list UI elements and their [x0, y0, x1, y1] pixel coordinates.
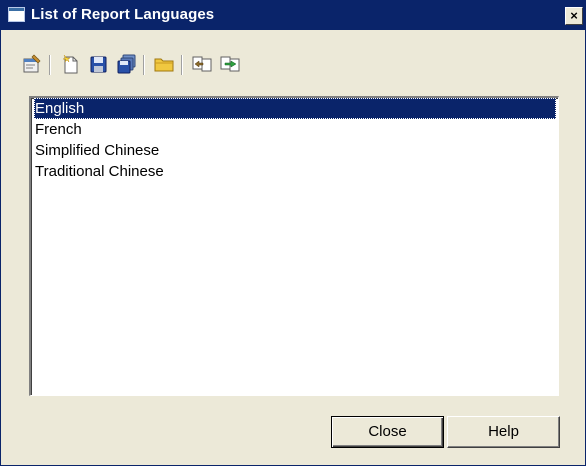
list-item[interactable]: Traditional Chinese — [34, 161, 556, 182]
toolbar-separator — [143, 55, 145, 75]
new-button[interactable] — [59, 53, 81, 75]
export-icon — [220, 56, 240, 72]
toolbar-separator — [181, 55, 183, 75]
help-button[interactable]: Help — [447, 416, 560, 448]
open-folder-button[interactable] — [153, 53, 175, 75]
toolbar-separator — [49, 55, 51, 75]
new-icon — [62, 54, 78, 74]
properties-icon — [23, 54, 41, 73]
open-folder-icon — [154, 58, 174, 72]
close-window-button[interactable]: × — [565, 7, 583, 25]
list-item[interactable]: Simplified Chinese — [34, 140, 556, 161]
export-button[interactable] — [219, 53, 241, 75]
save-button[interactable] — [87, 53, 109, 75]
save-all-button[interactable] — [115, 53, 137, 75]
save-all-icon — [117, 54, 136, 74]
window-title: List of Report Languages — [31, 6, 215, 23]
languages-list[interactable]: English French Simplified Chinese Tradit… — [29, 96, 559, 396]
list-item[interactable]: English — [34, 98, 556, 119]
import-button[interactable] — [191, 53, 213, 75]
close-button[interactable]: Close — [331, 416, 444, 448]
list-item[interactable]: French — [34, 119, 556, 140]
save-icon — [90, 56, 107, 73]
report-languages-dialog: List of Report Languages × English Frenc… — [0, 0, 586, 466]
title-bar[interactable]: List of Report Languages × — [1, 1, 585, 30]
properties-button[interactable] — [21, 53, 43, 75]
window-icon — [8, 7, 25, 22]
import-icon — [192, 56, 212, 72]
